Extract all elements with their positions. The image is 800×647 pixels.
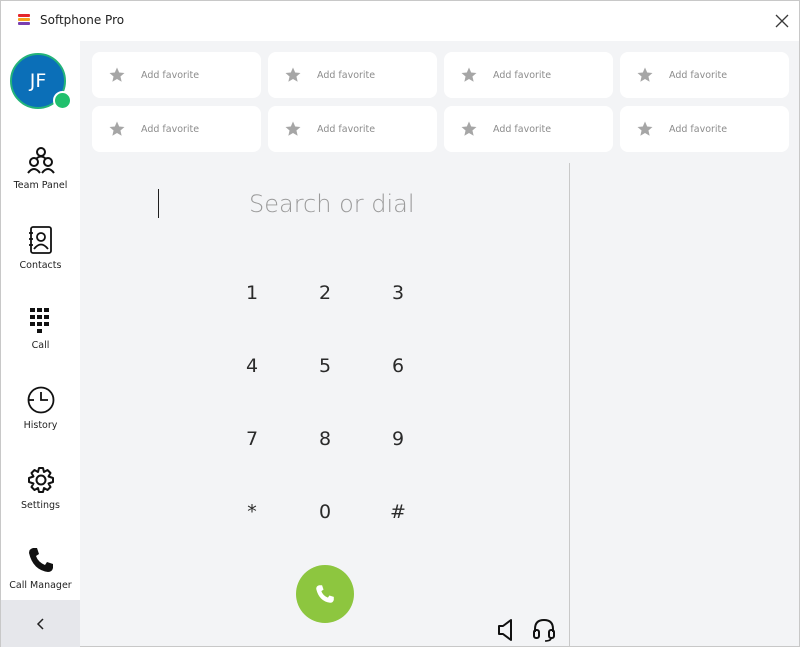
favorite-label: Add favorite (317, 69, 376, 81)
gear-icon (27, 467, 54, 493)
dial-key-1[interactable]: 1 (224, 273, 280, 313)
star-icon (461, 67, 477, 82)
dial-key-6[interactable]: 6 (370, 346, 426, 386)
sidebar-item-team-panel[interactable]: Team Panel (1, 145, 80, 211)
collapse-sidebar-button[interactable] (1, 600, 80, 647)
sidebar-item-contacts[interactable]: Contacts (1, 225, 80, 291)
dial-key-2[interactable]: 2 (297, 273, 353, 313)
favorite-label: Add favorite (493, 123, 552, 135)
favorite-slot[interactable]: Add favorite (444, 106, 613, 152)
phone-icon (28, 548, 53, 572)
headset-button[interactable] (532, 617, 556, 643)
sidebar-item-call[interactable]: Call (1, 305, 80, 371)
speaker-icon (498, 619, 512, 641)
sidebar-item-label: Team Panel (13, 180, 68, 191)
title-bar: Softphone Pro (1, 1, 799, 41)
favorite-label: Add favorite (317, 123, 376, 135)
text-caret (158, 189, 159, 218)
star-icon (285, 67, 301, 82)
favorite-label: Add favorite (141, 69, 200, 81)
dialpad-icon (29, 308, 49, 333)
search-or-dial-input[interactable]: Search or dial (151, 183, 501, 227)
chevron-left-icon (36, 617, 44, 630)
phone-icon (316, 585, 334, 603)
star-icon (637, 67, 653, 82)
app-title: Softphone Pro (40, 13, 125, 27)
favorite-label: Add favorite (141, 123, 200, 135)
dial-key-5[interactable]: 5 (297, 346, 353, 386)
dial-key-9[interactable]: 9 (370, 419, 426, 459)
dial-key-0[interactable]: 0 (297, 492, 353, 532)
sidebar-item-label: Call (31, 340, 50, 351)
team-panel-icon (26, 147, 55, 174)
panel-divider (569, 163, 570, 647)
favorite-label: Add favorite (669, 123, 728, 135)
favorite-slot[interactable]: Add favorite (620, 52, 789, 98)
dial-key-7[interactable]: 7 (224, 419, 280, 459)
sidebar-item-label: Call Manager (9, 580, 72, 591)
search-placeholder: Search or dial (249, 190, 415, 218)
sidebar-item-label: Settings (21, 500, 60, 511)
dial-key-hash[interactable]: # (370, 492, 426, 532)
speaker-button[interactable] (496, 617, 518, 643)
headset-icon (533, 618, 555, 642)
softphone-window: Softphone Pro JF Team Panel Contacts Cal… (0, 0, 800, 647)
sidebar-item-settings[interactable]: Settings (1, 465, 80, 531)
star-icon (109, 121, 125, 136)
sidebar-item-label: Contacts (19, 260, 62, 271)
favorite-slot[interactable]: Add favorite (268, 106, 437, 152)
favorite-label: Add favorite (669, 69, 728, 81)
dial-key-4[interactable]: 4 (224, 346, 280, 386)
sidebar-item-label: History (23, 420, 58, 431)
favorite-slot[interactable]: Add favorite (92, 52, 261, 98)
history-icon (27, 386, 54, 414)
star-icon (109, 67, 125, 82)
avatar-initials: JF (29, 70, 47, 92)
sidebar-item-history[interactable]: History (1, 385, 80, 451)
star-icon (637, 121, 653, 136)
dial-key-8[interactable]: 8 (297, 419, 353, 459)
favorite-label: Add favorite (493, 69, 552, 81)
presence-status-icon (53, 91, 72, 110)
star-icon (461, 121, 477, 136)
dial-key-star[interactable]: * (224, 492, 280, 532)
app-logo-icon (18, 14, 30, 26)
contacts-icon (28, 226, 52, 254)
favorite-slot[interactable]: Add favorite (444, 52, 613, 98)
call-button[interactable] (296, 565, 354, 623)
star-icon (285, 121, 301, 136)
favorite-slot[interactable]: Add favorite (92, 106, 261, 152)
favorite-slot[interactable]: Add favorite (268, 52, 437, 98)
favorite-slot[interactable]: Add favorite (620, 106, 789, 152)
dial-key-3[interactable]: 3 (370, 273, 426, 313)
close-icon (775, 14, 789, 28)
close-button[interactable] (771, 10, 793, 32)
sidebar: JF Team Panel Contacts Call History Sett… (1, 41, 80, 647)
